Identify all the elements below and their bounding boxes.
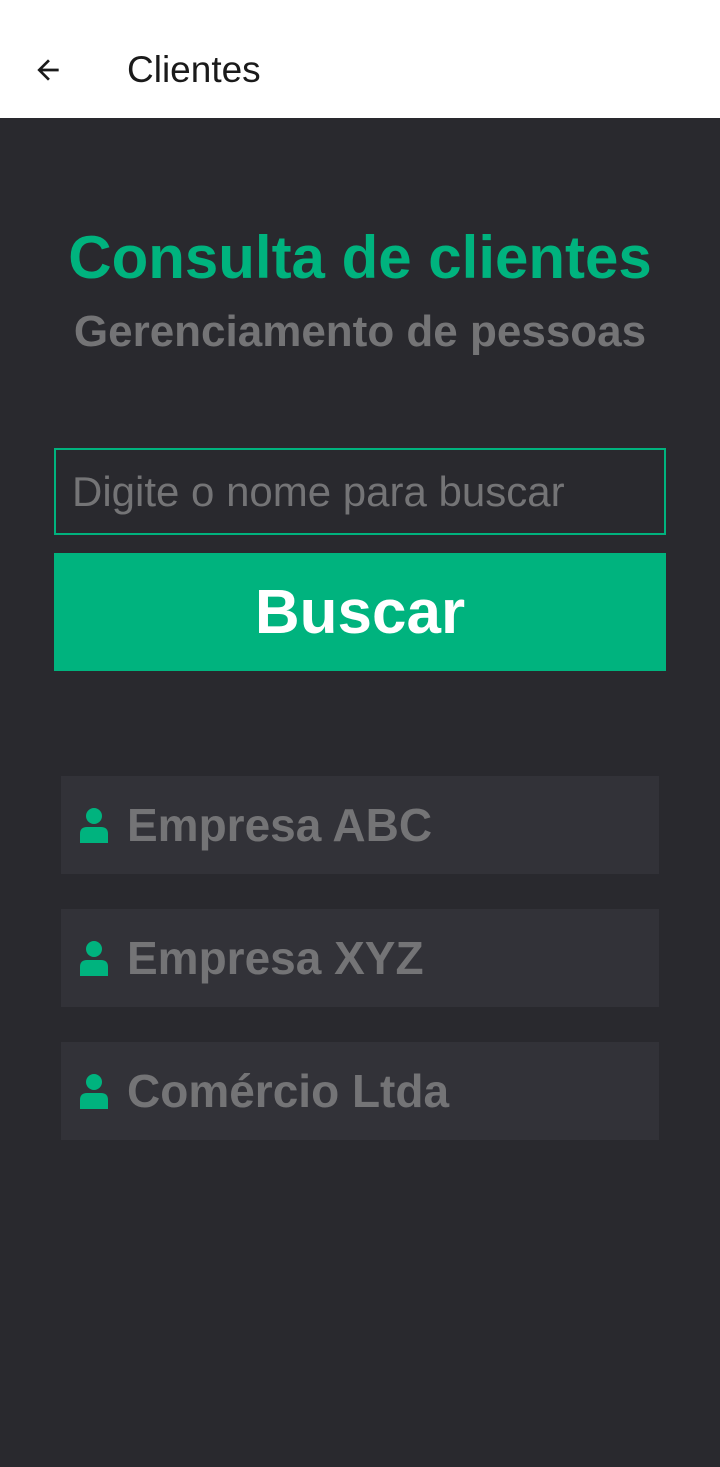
arrow-left-icon xyxy=(37,59,59,81)
page-subtitle: Gerenciamento de pessoas xyxy=(73,307,647,356)
app-bar-title: Clientes xyxy=(127,49,261,90)
page-title: Consulta de clientes xyxy=(68,224,652,291)
user-icon xyxy=(77,806,111,844)
client-list-item[interactable]: Empresa ABC xyxy=(61,776,659,874)
client-name: Empresa ABC xyxy=(127,799,433,851)
main-content: Consulta de clientes Gerenciamento de pe… xyxy=(0,118,720,1467)
client-name: Empresa XYZ xyxy=(127,932,424,984)
client-list: Empresa ABC Empresa XYZ Comércio Ltda xyxy=(61,776,659,1175)
search-input[interactable] xyxy=(54,448,666,535)
user-icon xyxy=(77,1072,111,1110)
user-icon xyxy=(77,939,111,977)
back-button[interactable] xyxy=(20,42,76,98)
app-bar: Clientes xyxy=(0,0,720,118)
client-list-item[interactable]: Comércio Ltda xyxy=(61,1042,659,1140)
client-list-item[interactable]: Empresa XYZ xyxy=(61,909,659,1007)
search-button[interactable]: Buscar xyxy=(54,553,666,671)
client-name: Comércio Ltda xyxy=(127,1065,450,1117)
